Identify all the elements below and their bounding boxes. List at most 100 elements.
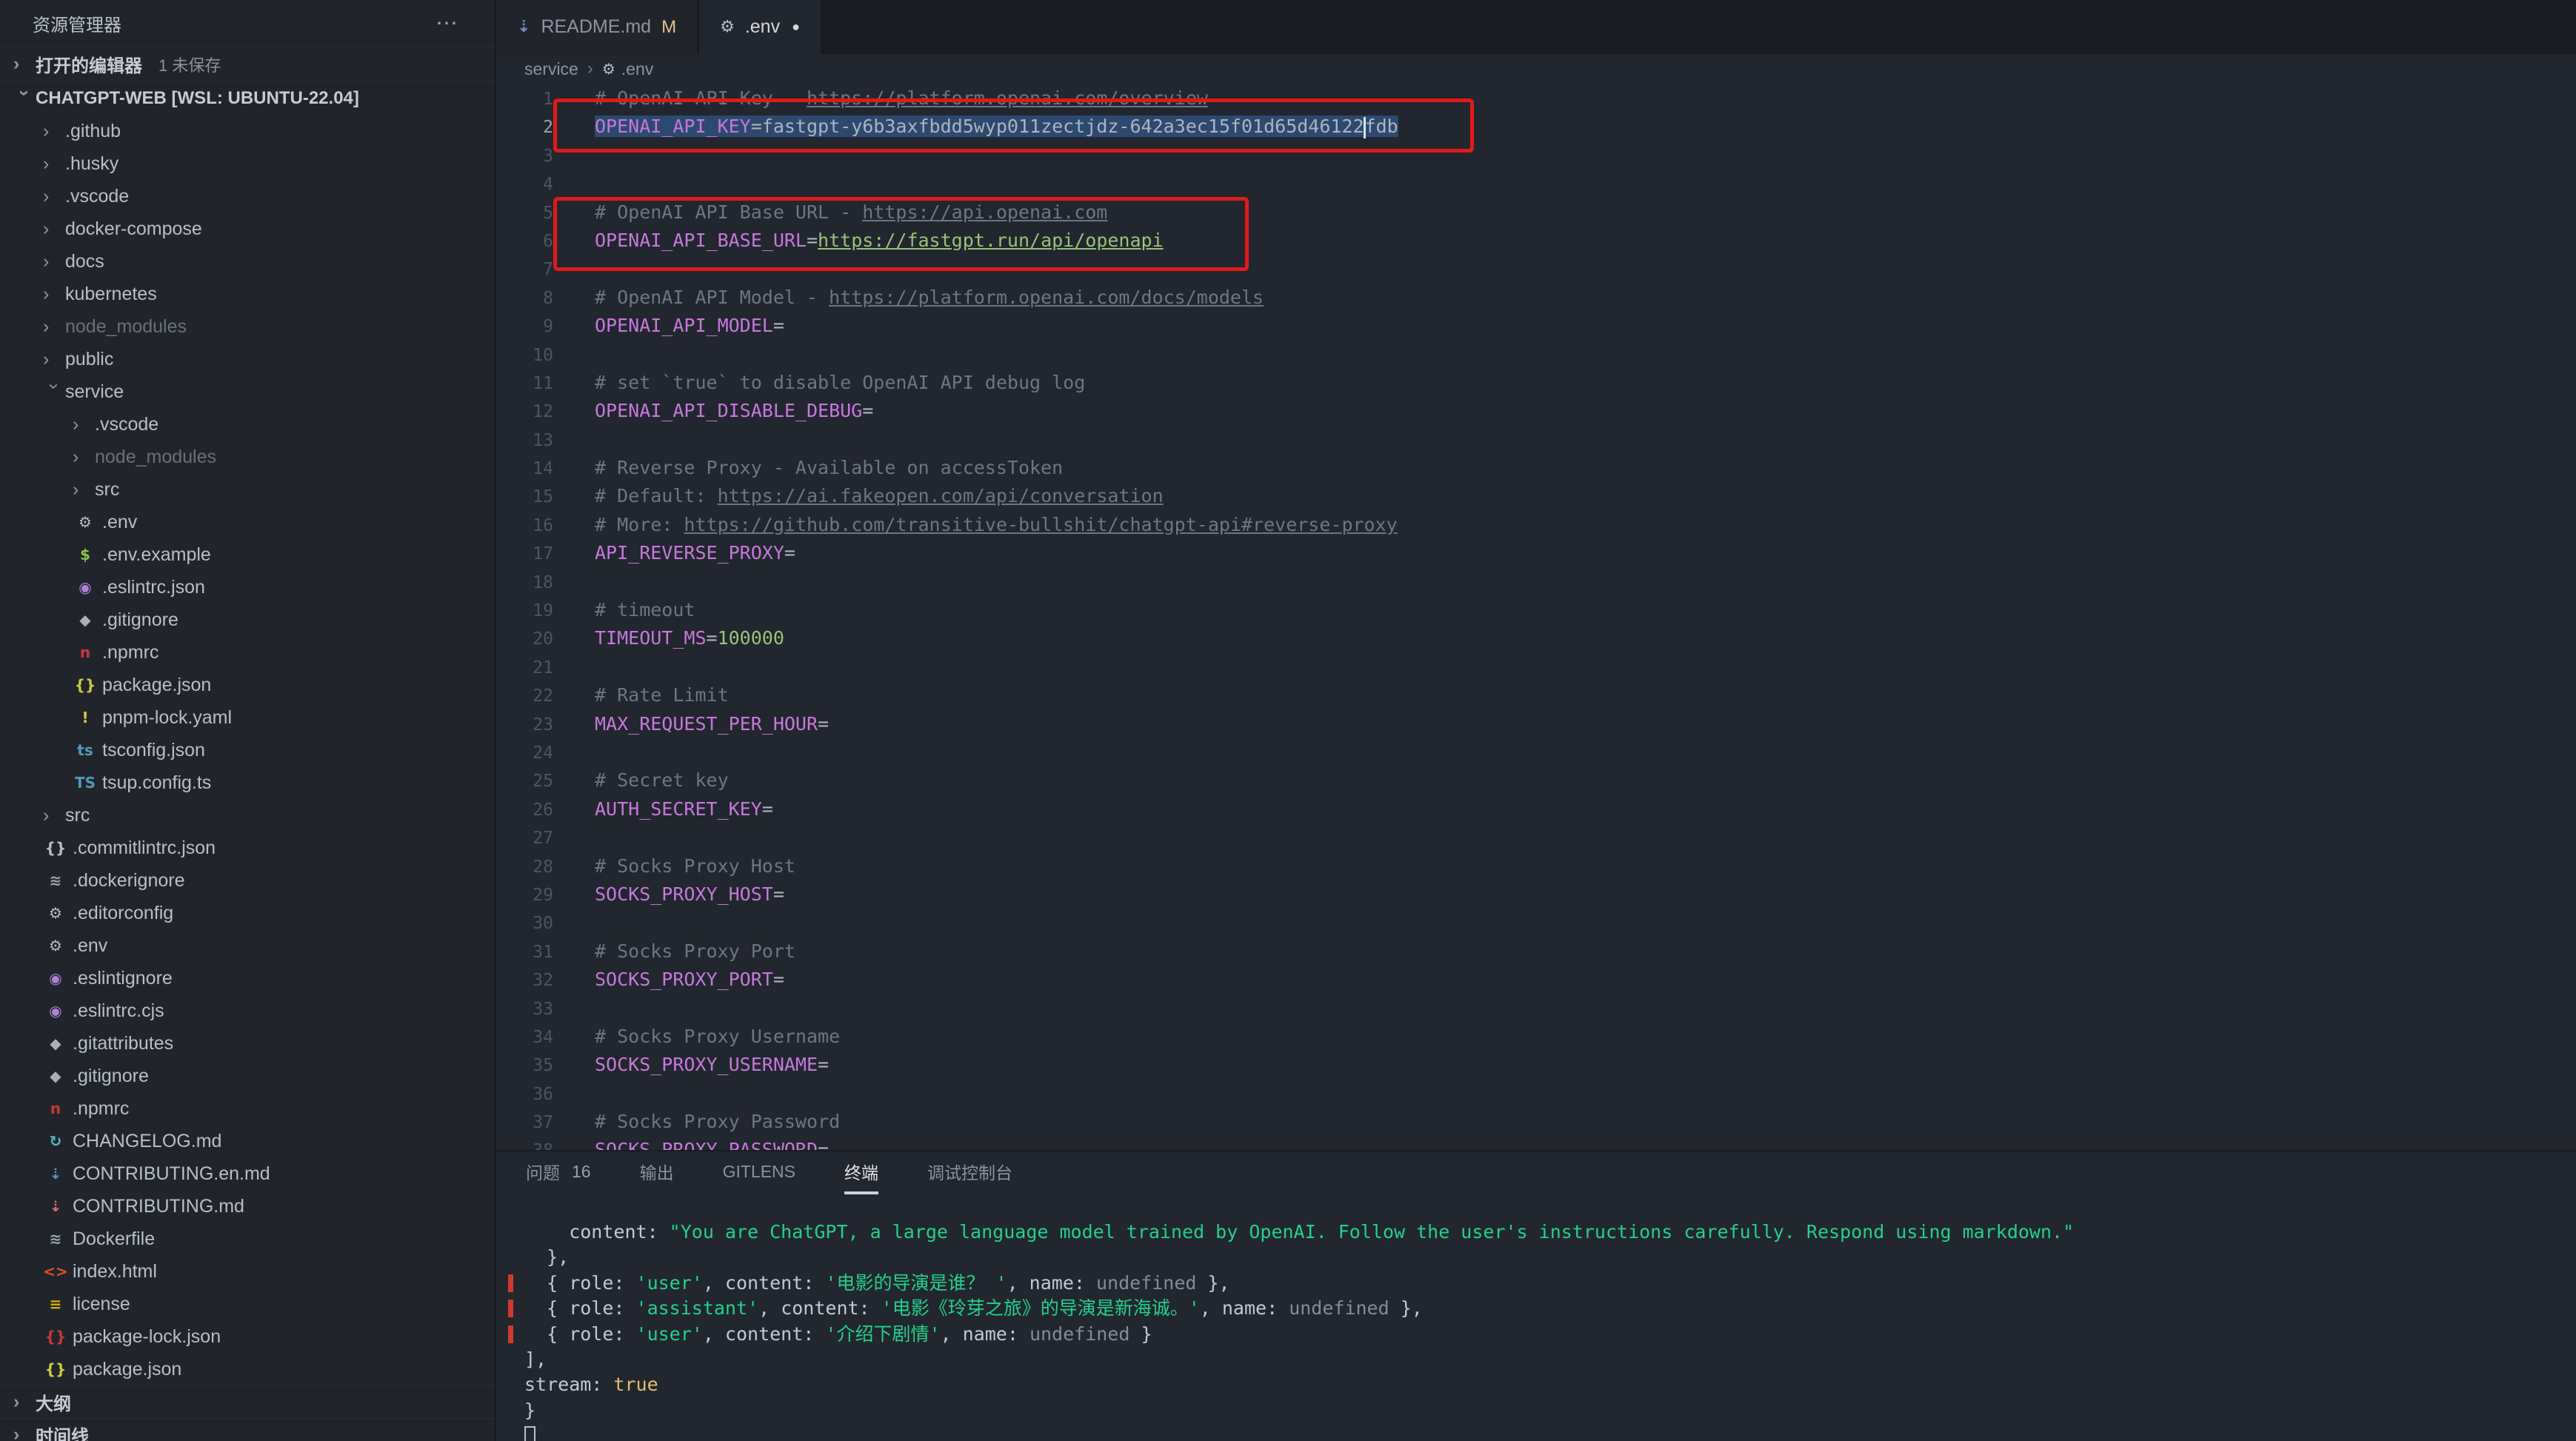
code-line[interactable]: 2OPENAI_API_KEY=fastgpt-y6b3axfbdd5wyp01… [496, 113, 2576, 141]
tree-item[interactable]: $.env.example [0, 538, 495, 571]
code-line[interactable]: 12OPENAI_API_DISABLE_DEBUG= [496, 397, 2576, 425]
tree-item[interactable]: ›public [0, 343, 495, 375]
tree-item[interactable]: n.npmrc [0, 636, 495, 669]
tree-item[interactable]: ›.github [0, 115, 495, 147]
code-line[interactable]: 19# timeout [496, 596, 2576, 624]
tree-item[interactable]: ›node_modules [0, 310, 495, 343]
tree-item[interactable]: ◆.gitignore [0, 1060, 495, 1092]
code-line[interactable]: 21 [496, 653, 2576, 681]
breadcrumb-item[interactable]: ⚙.env [602, 59, 653, 79]
code-line-text: # Socks Proxy Host [595, 855, 795, 877]
timeline-section-header[interactable]: › 时间线 [0, 1418, 495, 1441]
code-line[interactable]: 24 [496, 738, 2576, 766]
tree-item[interactable]: ⇣CONTRIBUTING.md [0, 1190, 495, 1223]
code-line[interactable]: 7 [496, 255, 2576, 283]
code-line[interactable]: 14# Reverse Proxy - Available on accessT… [496, 454, 2576, 482]
tree-item[interactable]: ≋Dockerfile [0, 1223, 495, 1255]
code-line[interactable]: 1# OpenAI API Key - https://platform.ope… [496, 84, 2576, 113]
panel-tab[interactable]: 终端 [844, 1151, 878, 1194]
sidebar-title: 资源管理器 [33, 10, 121, 36]
tree-item[interactable]: {}package.json [0, 1353, 495, 1385]
tree-item[interactable]: ›src [0, 473, 495, 506]
code-line[interactable]: 3 [496, 141, 2576, 170]
code-line[interactable]: 25# Secret key [496, 766, 2576, 795]
code-line[interactable]: 37# Socks Proxy Password [496, 1108, 2576, 1136]
tree-item[interactable]: n.npmrc [0, 1092, 495, 1125]
tree-item[interactable]: TStsup.config.ts [0, 766, 495, 799]
tree-item[interactable]: !pnpm-lock.yaml [0, 701, 495, 734]
tree-item-label: public [65, 349, 113, 370]
tree-item[interactable]: ›docker-compose [0, 213, 495, 245]
code-line[interactable]: 20TIMEOUT_MS=100000 [496, 624, 2576, 652]
code-line[interactable]: 33 [496, 994, 2576, 1023]
tree-item[interactable]: ›kubernetes [0, 278, 495, 310]
tree-item-label: .commitlintrc.json [73, 837, 216, 859]
code-line[interactable]: 17API_REVERSE_PROXY= [496, 539, 2576, 567]
tree-item[interactable]: ≋.dockerignore [0, 864, 495, 897]
tree-item[interactable]: ›docs [0, 245, 495, 278]
code-line[interactable]: 35SOCKS_PROXY_USERNAME= [496, 1051, 2576, 1079]
more-actions-icon[interactable]: ⋯ [436, 10, 459, 36]
code-line[interactable]: 32SOCKS_PROXY_PORT= [496, 966, 2576, 994]
code-line[interactable]: 8# OpenAI API Model - https://platform.o… [496, 284, 2576, 312]
tree-item[interactable]: ›node_modules [0, 441, 495, 473]
tree-item[interactable]: ↻CHANGELOG.md [0, 1125, 495, 1157]
code-editor[interactable]: 1# OpenAI API Key - https://platform.ope… [496, 84, 2576, 1150]
code-line[interactable]: 18 [496, 568, 2576, 596]
tree-item[interactable]: ⚙.env [0, 929, 495, 962]
code-line[interactable]: 34# Socks Proxy Username [496, 1023, 2576, 1051]
tree-item[interactable]: {}package.json [0, 669, 495, 701]
outline-section-header[interactable]: › 大纲 [0, 1385, 495, 1418]
code-line[interactable]: 9OPENAI_API_MODEL= [496, 312, 2576, 340]
tree-item[interactable]: ›service [0, 375, 495, 408]
tree-item[interactable]: ›.husky [0, 147, 495, 180]
code-line[interactable]: 6OPENAI_API_BASE_URL=https://fastgpt.run… [496, 227, 2576, 255]
tree-item[interactable]: ⚙.editorconfig [0, 897, 495, 929]
tree-item[interactable]: ›src [0, 799, 495, 832]
code-line[interactable]: 15# Default: https://ai.fakeopen.com/api… [496, 482, 2576, 510]
eslint-icon: ◉ [43, 969, 68, 987]
tree-item[interactable]: tstsconfig.json [0, 734, 495, 766]
open-editors-header[interactable]: › 打开的编辑器 1 未保存 [0, 46, 495, 81]
panel-tab[interactable]: 问题16 [526, 1151, 591, 1194]
code-line[interactable]: 22# Rate Limit [496, 681, 2576, 709]
tree-item[interactable]: {}package-lock.json [0, 1320, 495, 1353]
workspace-root-header[interactable]: › CHATGPT-WEB [WSL: UBUNTU-22.04] [0, 81, 495, 115]
code-line[interactable]: 23MAX_REQUEST_PER_HOUR= [496, 710, 2576, 738]
tree-item[interactable]: ◉.eslintignore [0, 962, 495, 994]
code-line[interactable]: 4 [496, 170, 2576, 198]
tree-item[interactable]: ◉.eslintrc.cjs [0, 994, 495, 1027]
code-line[interactable]: 29SOCKS_PROXY_HOST= [496, 880, 2576, 909]
tree-item[interactable]: ◆.gitignore [0, 604, 495, 636]
code-line[interactable]: 38SOCKS_PROXY_PASSWORD= [496, 1136, 2576, 1150]
code-line[interactable]: 30 [496, 909, 2576, 937]
code-line[interactable]: 16# More: https://github.com/transitive-… [496, 511, 2576, 539]
tree-item[interactable]: {}.commitlintrc.json [0, 832, 495, 864]
tree-item[interactable]: ◆.gitattributes [0, 1027, 495, 1060]
tree-item[interactable]: ›.vscode [0, 408, 495, 441]
breadcrumb-item[interactable]: service [524, 59, 578, 79]
code-line[interactable]: 26AUTH_SECRET_KEY= [496, 795, 2576, 823]
tree-item[interactable]: ›.vscode [0, 180, 495, 213]
code-line[interactable]: 36 [496, 1080, 2576, 1108]
code-line[interactable]: 5# OpenAI API Base URL - https://api.ope… [496, 198, 2576, 227]
editor-tab[interactable]: ⇣README.mdM [496, 0, 697, 54]
code-line[interactable]: 10 [496, 341, 2576, 369]
line-number: 27 [496, 824, 553, 852]
panel-tab[interactable]: 输出 [640, 1151, 674, 1194]
code-line[interactable]: 31# Socks Proxy Port [496, 937, 2576, 966]
editor-tab[interactable]: ⚙.env● [699, 0, 821, 54]
code-line[interactable]: 27 [496, 823, 2576, 852]
panel-tab[interactable]: 调试控制台 [927, 1151, 1012, 1194]
code-line[interactable]: 13 [496, 426, 2576, 454]
code-line[interactable]: 11# set `true` to disable OpenAI API deb… [496, 369, 2576, 397]
terminal[interactable]: content: "You are ChatGPT, a large langu… [496, 1194, 2576, 1441]
code-line[interactable]: 28# Socks Proxy Host [496, 852, 2576, 880]
tree-item[interactable]: ≡license [0, 1288, 495, 1320]
tree-item[interactable]: ◉.eslintrc.json [0, 571, 495, 604]
code-line-text: TIMEOUT_MS=100000 [595, 627, 784, 649]
tree-item[interactable]: ⇣CONTRIBUTING.en.md [0, 1157, 495, 1190]
tree-item[interactable]: ⚙.env [0, 506, 495, 538]
panel-tab[interactable]: GITLENS [723, 1151, 795, 1194]
tree-item[interactable]: <>index.html [0, 1255, 495, 1288]
